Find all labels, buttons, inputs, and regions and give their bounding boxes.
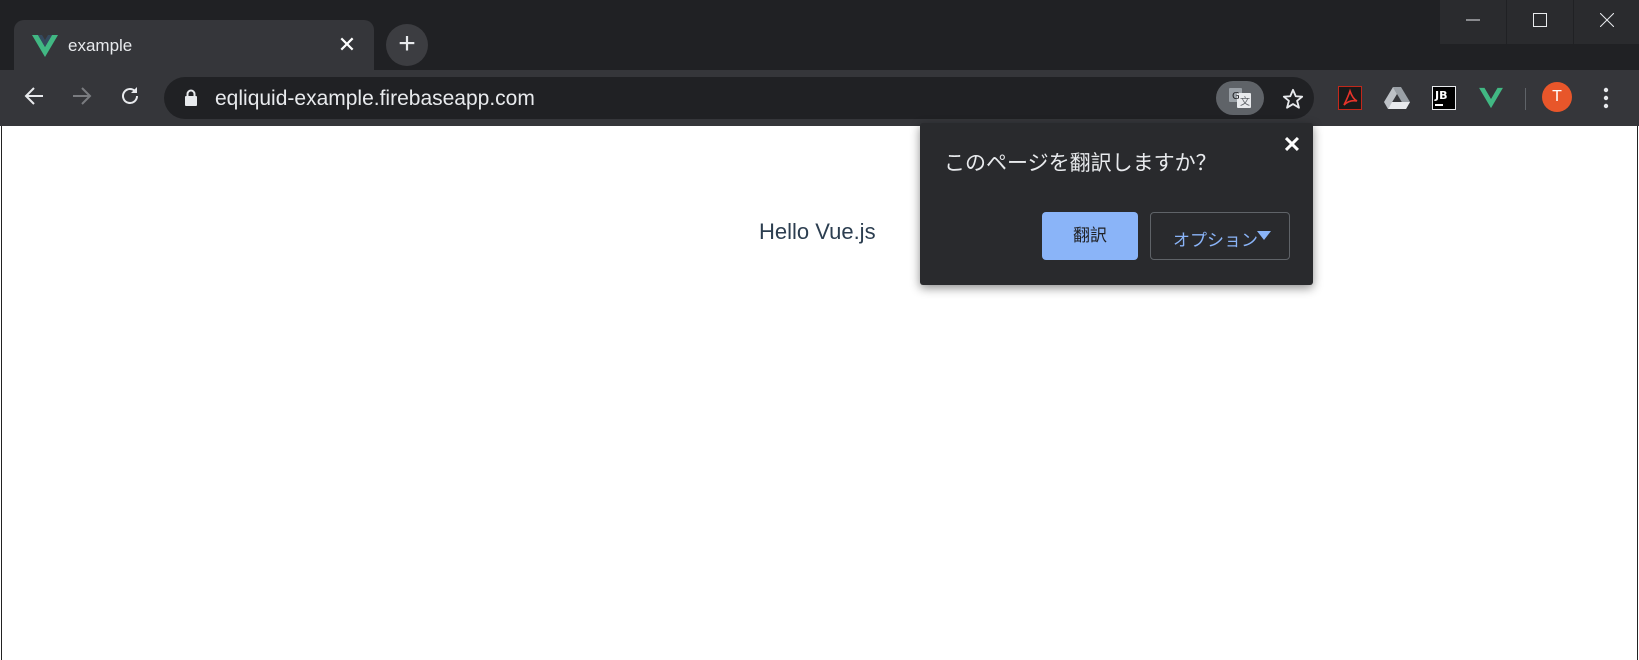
- toolbar-separator: [1525, 88, 1526, 110]
- reload-icon: [119, 85, 141, 112]
- tab-close-icon[interactable]: ✕: [334, 32, 360, 58]
- tab-example[interactable]: example ✕: [14, 20, 374, 72]
- acrobat-icon[interactable]: [1334, 82, 1366, 114]
- lock-icon[interactable]: [184, 89, 198, 112]
- vue-logo-icon: [32, 34, 58, 58]
- popup-close-icon[interactable]: ✕: [1280, 133, 1304, 157]
- svg-text:G: G: [1232, 91, 1240, 102]
- caret-down-icon: [1257, 231, 1271, 240]
- translate-popup: このページを翻訳しますか？ ✕ 翻訳 オプション: [920, 123, 1313, 285]
- forward-button[interactable]: [64, 80, 100, 116]
- profile-avatar[interactable]: T: [1542, 82, 1572, 112]
- bookmark-star-icon[interactable]: [1276, 82, 1310, 116]
- minimize-button[interactable]: [1440, 0, 1506, 44]
- new-tab-button[interactable]: +: [386, 24, 428, 66]
- forward-arrow-icon: [71, 85, 93, 112]
- maximize-button[interactable]: [1507, 0, 1573, 44]
- tab-title: example: [68, 36, 133, 55]
- translate-button[interactable]: 翻訳: [1042, 212, 1138, 260]
- hello-text: Hello Vue.js: [759, 219, 876, 244]
- translate-question: このページを翻訳しますか？: [944, 152, 1217, 175]
- kebab-menu-icon[interactable]: [1590, 82, 1622, 114]
- back-arrow-icon: [23, 85, 45, 112]
- address-bar[interactable]: eqliquid-example.firebaseapp.com G文: [164, 77, 1314, 119]
- window-close-button[interactable]: [1574, 0, 1639, 44]
- close-icon: [1599, 12, 1615, 32]
- svg-text:JB: JB: [1434, 89, 1447, 102]
- options-label: オプション: [1173, 231, 1258, 250]
- svg-text:文: 文: [1240, 95, 1250, 108]
- reload-button[interactable]: [112, 80, 148, 116]
- tab-strip: example ✕ +: [0, 0, 1639, 72]
- jetbrains-icon[interactable]: JB: [1428, 82, 1460, 114]
- back-button[interactable]: [16, 80, 52, 116]
- maximize-icon: [1533, 12, 1547, 32]
- url-text[interactable]: eqliquid-example.firebaseapp.com: [215, 87, 535, 111]
- vue-devtools-icon[interactable]: [1475, 82, 1507, 114]
- minimize-icon: [1466, 13, 1480, 32]
- page-content: Hello Vue.js: [1, 126, 1638, 660]
- translate-icon[interactable]: G文: [1216, 81, 1264, 115]
- browser-chrome: example ✕ + eqliquid-example.firebaseapp…: [0, 0, 1639, 126]
- options-button[interactable]: オプション: [1150, 212, 1290, 260]
- google-drive-icon[interactable]: [1381, 82, 1413, 114]
